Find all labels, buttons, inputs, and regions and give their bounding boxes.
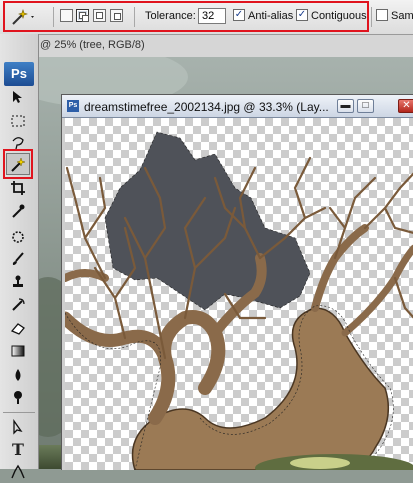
toolbox-divider	[3, 412, 35, 413]
subtract-selection-icon	[96, 12, 103, 19]
photoshop-logo: Ps	[4, 62, 34, 86]
document-title: dreamstimefree_2002134.jpg @ 33.3% (Lay.…	[84, 100, 329, 114]
eraser-icon	[10, 323, 25, 335]
crop-icon	[11, 181, 25, 195]
marquee-icon	[11, 115, 25, 127]
dodge-icon	[14, 391, 22, 404]
divider	[134, 7, 135, 27]
anti-alias-label: Anti-alias	[248, 10, 294, 22]
intersect-selection-button[interactable]	[110, 9, 123, 22]
marquee-tool[interactable]	[6, 110, 30, 132]
gradient-tool[interactable]	[6, 340, 30, 362]
tolerance-input[interactable]	[198, 8, 226, 24]
document-title-bar[interactable]: Ps dreamstimefree_2002134.jpg @ 33.3% (L…	[62, 95, 413, 118]
contiguous-checkbox[interactable]: ✓	[296, 9, 308, 21]
magic-wand-tool[interactable]	[6, 153, 30, 175]
add-to-selection-button[interactable]	[76, 9, 89, 22]
eyedropper-icon	[12, 204, 25, 218]
type-tool[interactable]: T	[6, 439, 30, 461]
sample-all-layers-label: Sampl	[391, 10, 413, 22]
bonsai-tree-image	[62, 131, 413, 470]
clone-stamp-tool[interactable]	[6, 271, 30, 293]
type-icon: T	[12, 440, 24, 459]
gradient-icon	[11, 345, 25, 357]
close-button[interactable]: ✕	[398, 99, 413, 113]
tolerance-label: Tolerance:	[145, 10, 196, 22]
magic-wand-icon	[11, 157, 26, 172]
subtract-from-selection-button[interactable]	[93, 9, 106, 22]
photoshop-doc-icon: Ps	[67, 100, 79, 112]
move-icon	[13, 91, 22, 103]
path-selection-tool[interactable]	[6, 416, 30, 438]
sample-all-layers-checkbox[interactable]	[376, 9, 388, 21]
eyedropper-tool[interactable]	[6, 200, 30, 222]
divider	[53, 7, 54, 27]
minimize-button[interactable]: ▬	[337, 99, 354, 113]
anti-alias-checkbox[interactable]: ✓	[233, 9, 245, 21]
move-tool[interactable]	[6, 86, 30, 108]
background-document-label: @ 25% (tree, RGB/8)	[40, 39, 145, 51]
history-brush-tool[interactable]	[6, 294, 30, 316]
intersect-selection-icon	[114, 13, 121, 20]
path-select-icon	[13, 419, 23, 435]
canvas[interactable]	[62, 118, 413, 470]
divider	[371, 7, 372, 27]
brush-tool[interactable]	[6, 248, 30, 270]
eraser-tool[interactable]	[6, 317, 30, 339]
healing-brush-tool[interactable]	[6, 226, 30, 248]
toolbox: Ps T	[0, 34, 39, 479]
document-window: Ps dreamstimefree_2002134.jpg @ 33.3% (L…	[61, 94, 413, 470]
history-brush-icon	[12, 298, 25, 311]
blur-tool[interactable]	[6, 364, 30, 386]
dodge-tool[interactable]	[6, 386, 30, 408]
selection-region	[104, 131, 311, 311]
contiguous-label: Contiguous	[311, 10, 367, 22]
options-bar: Tolerance: ✓ Anti-alias ✓ Contiguous Sam…	[0, 0, 413, 35]
brush-icon	[12, 252, 24, 265]
chevron-down-icon	[31, 16, 34, 18]
new-selection-button[interactable]	[60, 9, 73, 22]
background-document-tab[interactable]: @ 25% (tree, RGB/8)	[38, 35, 413, 58]
pen-icon	[11, 464, 25, 479]
pen-tool[interactable]	[6, 461, 30, 483]
maximize-button[interactable]: □	[357, 99, 374, 113]
blur-icon	[15, 369, 21, 381]
crop-tool[interactable]	[6, 177, 30, 199]
clone-stamp-icon	[13, 275, 23, 287]
tool-preset-picker[interactable]	[10, 8, 36, 26]
magic-wand-icon	[12, 9, 34, 25]
healing-icon	[12, 231, 24, 243]
